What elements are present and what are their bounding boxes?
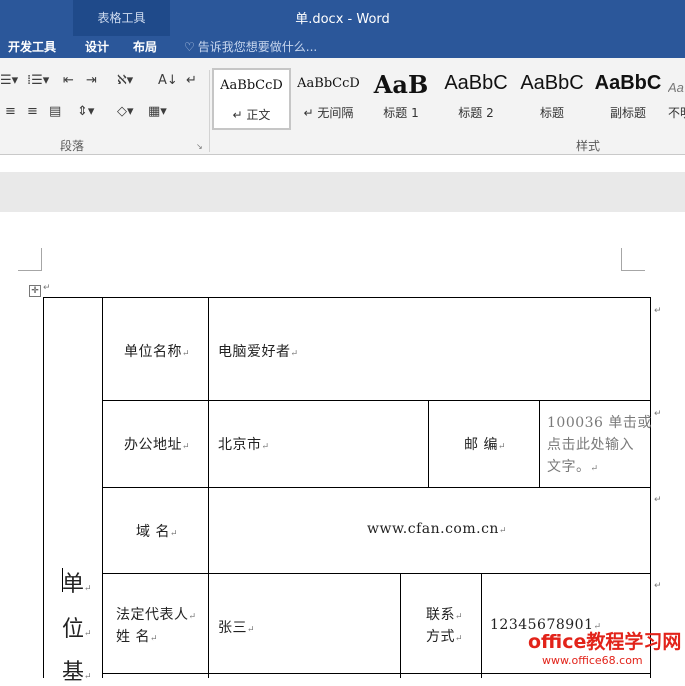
styles-group-label: 样式 bbox=[576, 139, 601, 153]
lightbulb-icon: ♡ bbox=[184, 40, 195, 54]
style-subtitle[interactable]: AaBbC 副标题 bbox=[592, 68, 664, 126]
table-border bbox=[102, 673, 651, 674]
table-border bbox=[102, 487, 651, 488]
ribbon-divider bbox=[0, 154, 685, 155]
tab-design[interactable]: 设计 bbox=[85, 38, 109, 55]
crop-mark bbox=[41, 248, 42, 270]
table-border bbox=[428, 400, 429, 487]
cell-label[interactable]: 邮 编↵ bbox=[464, 434, 506, 454]
style-heading-2[interactable]: AaBbC 标题 2 bbox=[440, 68, 512, 126]
cell-value[interactable]: 张三↵ bbox=[218, 617, 255, 637]
row-end-mark: ↵ bbox=[654, 306, 662, 316]
increase-indent-icon[interactable]: ⇥ bbox=[86, 73, 97, 89]
decrease-indent-icon[interactable]: ⇤ bbox=[63, 73, 74, 89]
cell-label[interactable]: 联系↵ bbox=[426, 604, 463, 624]
tab-developer[interactable]: 开发工具 bbox=[8, 38, 56, 55]
table-border bbox=[102, 400, 651, 401]
style-sample: AaBbC bbox=[444, 72, 508, 94]
row-end-mark: ↵ bbox=[654, 581, 662, 591]
style-name: ↵ 无间隔 bbox=[303, 106, 354, 120]
style-name: 标题 2 bbox=[458, 106, 494, 120]
style-name: 不明 bbox=[668, 106, 685, 120]
chinese-layout-icon[interactable]: ℵ▾ bbox=[117, 73, 133, 89]
paragraph-dialog-launcher-icon[interactable]: ↘ bbox=[196, 142, 203, 151]
cell-label[interactable]: 姓 名↵ bbox=[116, 626, 158, 646]
crop-mark bbox=[18, 270, 42, 271]
cell-label[interactable]: 办公地址↵ bbox=[124, 434, 190, 454]
table-move-handle-icon[interactable]: ✛ bbox=[29, 285, 41, 297]
style-no-spacing[interactable]: AaBbCcD ↵ 无间隔 bbox=[291, 68, 366, 126]
shading-icon[interactable]: ◇▾ bbox=[117, 104, 134, 120]
style-title[interactable]: AaBbC 标题 bbox=[516, 68, 588, 126]
bullets-icon[interactable]: ☰▾ bbox=[0, 73, 18, 89]
style-name: 标题 1 bbox=[383, 106, 419, 120]
line-spacing-icon[interactable]: ⇕▾ bbox=[77, 104, 94, 120]
document-canvas-gap bbox=[0, 172, 685, 212]
paragraph-group-label: 段落 bbox=[60, 139, 85, 153]
style-sample: AaBbC bbox=[520, 72, 584, 94]
style-sample: AaBbCcD bbox=[297, 76, 360, 91]
crop-mark bbox=[621, 270, 645, 271]
content-control-placeholder[interactable]: 100036 单击或 bbox=[547, 412, 652, 432]
row-end-mark: ↵ bbox=[654, 409, 662, 419]
justify-icon[interactable]: ▤ bbox=[49, 104, 61, 120]
table-border bbox=[43, 297, 651, 298]
table-border bbox=[481, 573, 482, 678]
content-control-placeholder[interactable]: 点击此处输入 bbox=[547, 434, 634, 454]
cell-value[interactable]: www.cfan.com.cn↵ bbox=[367, 521, 507, 537]
document-title: 单.docx - Word bbox=[295, 12, 390, 27]
align-right-icon[interactable]: ≡ bbox=[27, 104, 38, 120]
crop-mark bbox=[621, 248, 622, 270]
style-normal[interactable]: AaBbCcD ↵ 正文 bbox=[212, 68, 291, 130]
content-control-placeholder[interactable]: 文字。↵ bbox=[547, 456, 599, 476]
style-name: ↵ 正文 bbox=[232, 108, 271, 122]
cell-label[interactable]: 法定代表人↵ bbox=[116, 604, 197, 624]
table-border bbox=[43, 297, 44, 678]
table-border bbox=[539, 400, 540, 487]
align-center-icon[interactable]: ≡ bbox=[5, 104, 16, 120]
style-name: 副标题 bbox=[609, 106, 646, 120]
group-separator bbox=[209, 70, 210, 152]
paragraph-mark: ↵ bbox=[43, 283, 51, 293]
cell-value[interactable]: 北京市↵ bbox=[218, 434, 270, 454]
cell-value[interactable]: 电脑爱好者↵ bbox=[218, 341, 299, 361]
cell-label[interactable]: 方式↵ bbox=[426, 626, 463, 646]
cell-label[interactable]: 单位名称↵ bbox=[124, 341, 190, 361]
row-end-mark: ↵ bbox=[654, 495, 662, 505]
tell-me-placeholder: 告诉我您想要做什么... bbox=[197, 40, 318, 54]
table-border bbox=[102, 573, 651, 574]
cell-label[interactable]: 域 名↵ bbox=[136, 521, 178, 541]
style-sample: AaB bbox=[373, 70, 429, 99]
borders-icon[interactable]: ▦▾ bbox=[148, 104, 167, 120]
style-sample: Aa bbox=[668, 80, 684, 95]
style-sample: AaBbCcD bbox=[220, 78, 283, 93]
style-name: 标题 bbox=[539, 106, 564, 120]
style-sample: AaBbC bbox=[594, 72, 662, 94]
multilevel-list-icon[interactable]: ⁞☰▾ bbox=[27, 73, 49, 89]
style-heading-1[interactable]: AaB 标题 1 bbox=[368, 68, 434, 126]
section-char[interactable]: 单↵ bbox=[62, 566, 92, 598]
table-border bbox=[400, 573, 401, 678]
watermark-logo: office教程学习网 bbox=[528, 631, 682, 653]
tab-layout[interactable]: 布局 bbox=[133, 38, 157, 55]
show-marks-icon[interactable]: ↵ bbox=[186, 73, 197, 89]
section-char[interactable]: 基↵ bbox=[62, 654, 92, 686]
watermark-url: www.office68.com bbox=[542, 654, 643, 667]
section-char[interactable]: 位↵ bbox=[62, 611, 92, 643]
sort-icon[interactable]: A↓ bbox=[158, 73, 178, 89]
tell-me-search[interactable]: ♡ 告诉我您想要做什么... bbox=[184, 38, 317, 55]
style-subtle-emphasis[interactable]: Aa 不明 bbox=[668, 68, 685, 126]
